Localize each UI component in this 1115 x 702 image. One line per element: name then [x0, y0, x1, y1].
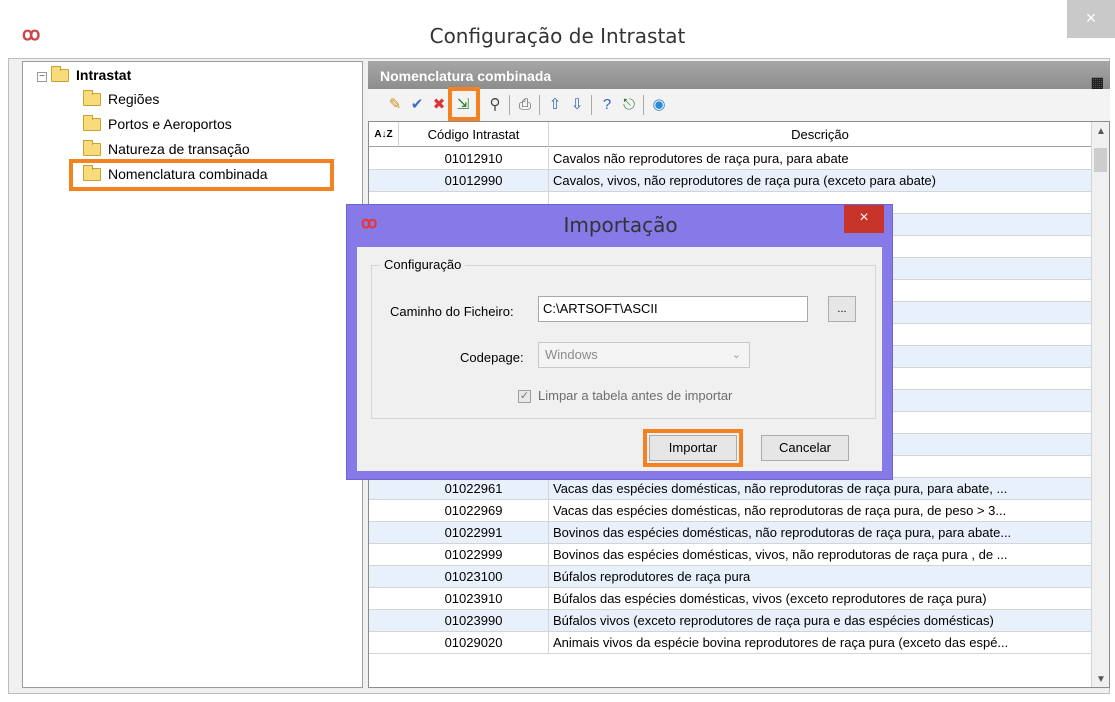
import-dialog: ꝏ Importação × Configuração Caminho do F… — [346, 204, 893, 480]
new-icon[interactable]: ✎ — [386, 96, 404, 114]
table-row[interactable]: 01023910 Búfalos das espécies domésticas,… — [369, 588, 1091, 610]
config-group: Configuração Caminho do Ficheiro: C:\ART… — [371, 257, 876, 419]
toolbar-separator — [643, 95, 644, 115]
web-icon[interactable]: ◉ — [650, 96, 668, 114]
print-icon[interactable]: ⎙ — [516, 96, 534, 114]
cell-code: 01022969 — [399, 500, 549, 522]
sort-icon[interactable]: A↓Z — [369, 122, 399, 147]
download-icon[interactable]: ⇩ — [568, 96, 586, 114]
cell-desc: Búfalos reprodutores de raça pura — [553, 569, 751, 584]
tree-root-intrastat[interactable]: − Intrastat — [37, 64, 131, 86]
highlight-import-icon — [448, 87, 480, 121]
cell-code: 01022991 — [399, 522, 549, 544]
toolbar: ✎ ✔ ✖ ⇲ ⚲ ⎙ ⇧ ⇩ ? ⎋ ◉ — [368, 87, 1110, 121]
cell-code: 01022961 — [399, 478, 549, 500]
tree-item-portos[interactable]: Portos e Aeroportos — [83, 113, 232, 135]
cell-desc: Cavalos não reprodutores de raça pura, p… — [553, 151, 849, 166]
find-icon[interactable]: ⚲ — [486, 96, 504, 114]
tree-item-label: Natureza de transação — [108, 141, 250, 157]
path-input[interactable]: C:\ARTSOFT\ASCII — [538, 296, 808, 322]
cell-desc: Animais vivos da espécie bovina reprodut… — [553, 635, 1009, 650]
group-label: Configuração — [380, 257, 466, 272]
navigation-tree: − Intrastat Regiões Portos e Aeroportos N… — [22, 61, 363, 688]
help-icon[interactable]: ? — [598, 96, 616, 114]
panel-header: Nomenclatura combinada ▦ — [368, 61, 1110, 90]
browse-button[interactable]: ... — [828, 296, 856, 322]
chevron-down-icon: ⌄ — [731, 349, 741, 361]
dialog-body: Configuração Caminho do Ficheiro: C:\ART… — [357, 247, 882, 471]
exit-icon[interactable]: ⎋ — [620, 96, 638, 114]
cell-code: 01022999 — [399, 544, 549, 566]
folder-open-icon — [51, 66, 69, 82]
tree-item-label: Portos e Aeroportos — [108, 116, 232, 132]
cell-desc: Bovinos das espécies domésticas, vivos, … — [553, 547, 1008, 562]
cell-desc: Búfalos vivos (exceto reprodutores de ra… — [553, 613, 994, 628]
vertical-scrollbar[interactable]: ▲ ▼ — [1091, 122, 1109, 687]
codepage-value: Windows — [545, 347, 598, 362]
cell-desc: Búfalos das espécies domésticas, vivos (… — [553, 591, 987, 606]
panel-title: Nomenclatura combinada — [380, 68, 552, 84]
table-row[interactable]: 01022961 Vacas das espécies domésticas, n… — [369, 478, 1091, 500]
table-row[interactable]: 01029020 Animais vivos da espécie bovina … — [369, 632, 1091, 654]
collapse-icon[interactable]: − — [37, 72, 47, 82]
cell-code: 01023990 — [399, 610, 549, 632]
folder-icon — [83, 140, 101, 156]
tree-item-label: Regiões — [108, 91, 160, 107]
toolbar-separator — [591, 95, 592, 115]
tree-item-regioes[interactable]: Regiões — [83, 88, 159, 110]
tree-root-label: Intrastat — [76, 67, 132, 83]
cell-desc: Vacas das espécies domésticas, não repro… — [553, 481, 1008, 496]
table-row[interactable]: 01022969 Vacas das espécies domésticas, n… — [369, 500, 1091, 522]
table-row[interactable]: 01012990 Cavalos, vivos, não reprodutores… — [369, 170, 1091, 192]
toolbar-separator — [539, 95, 540, 115]
scroll-thumb[interactable] — [1094, 148, 1107, 172]
table-row[interactable]: 01022999 Bovinos das espécies domésticas,… — [369, 544, 1091, 566]
dialog-close-button[interactable]: × — [844, 205, 884, 233]
highlight-import-button — [643, 429, 743, 467]
cancel-button[interactable]: Cancelar — [761, 435, 849, 461]
table-row[interactable]: 01022991 Bovinos das espécies domésticas,… — [369, 522, 1091, 544]
scroll-up-icon[interactable]: ▲ — [1096, 126, 1106, 137]
highlight-tree-item — [69, 159, 334, 191]
column-header-desc[interactable]: Descrição — [549, 122, 1091, 147]
window-title: Configuração de Intrastat — [429, 24, 686, 48]
edit-icon[interactable]: ✔ — [408, 96, 426, 114]
cell-code: 01012910 — [399, 148, 549, 170]
window-titlebar: ꝏ Configuração de Intrastat × — [0, 0, 1115, 58]
toolbar-separator — [509, 95, 510, 115]
cell-desc: Cavalos, vivos, não reprodutores de raça… — [553, 173, 936, 188]
tree-item-natureza[interactable]: Natureza de transação — [83, 138, 250, 160]
codepage-label: Codepage: — [460, 350, 524, 365]
delete-icon[interactable]: ✖ — [430, 96, 448, 114]
folder-icon — [83, 115, 101, 131]
window-close-button[interactable]: × — [1067, 0, 1115, 38]
table-row[interactable]: 01023990 Búfalos vivos (exceto reprodutor… — [369, 610, 1091, 632]
cell-code: 01029020 — [399, 632, 549, 654]
codepage-select[interactable]: Windows ⌄ — [538, 342, 750, 368]
clear-table-label: Limpar a tabela antes de importar — [538, 388, 733, 403]
table-row[interactable]: 01012910 Cavalos não reprodutores de raça… — [369, 148, 1091, 170]
cell-code: 01023910 — [399, 588, 549, 610]
cell-code: 01012990 — [399, 170, 549, 192]
scroll-down-icon[interactable]: ▼ — [1096, 674, 1106, 685]
cell-desc: Vacas das espécies domésticas, não repro… — [553, 503, 1007, 518]
column-header-code[interactable]: Código Intrastat — [399, 122, 549, 147]
cell-code: 01023100 — [399, 566, 549, 588]
cell-desc: Bovinos das espécies domésticas, não rep… — [553, 525, 1012, 540]
dialog-title: Importação — [563, 213, 678, 237]
clear-table-checkbox[interactable]: ✓ — [518, 390, 531, 403]
export-icon[interactable]: ⇧ — [546, 96, 564, 114]
folder-icon — [83, 90, 101, 106]
table-row[interactable]: 01023100 Búfalos reprodutores de raça pur… — [369, 566, 1091, 588]
path-label: Caminho do Ficheiro: — [390, 304, 514, 319]
